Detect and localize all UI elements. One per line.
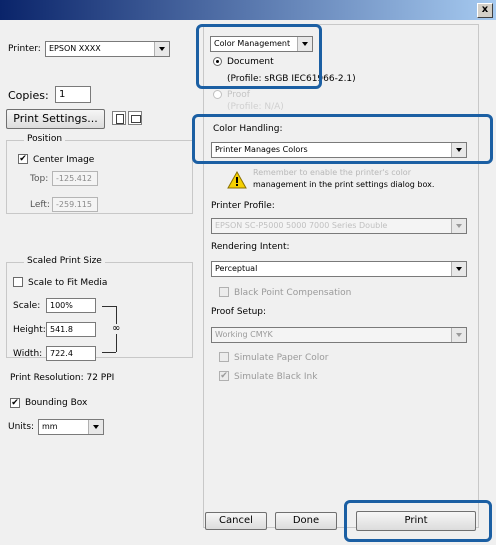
print-settings-button[interactable]: Print Settings...	[6, 109, 105, 129]
done-button[interactable]: Done	[275, 512, 337, 530]
units-value: mm	[42, 422, 58, 431]
proof-setup-select[interactable]: Working CMYK	[211, 327, 467, 343]
copies-value: 1	[59, 89, 66, 100]
proof-setup-label: Proof Setup:	[211, 307, 267, 317]
top-field[interactable]: -125.412	[52, 171, 98, 186]
chevron-down-icon	[451, 328, 466, 342]
printer-profile-value: EPSON SC-P5000 5000 7000 Series Double	[215, 221, 388, 230]
chain-link-icon[interactable]: ∞	[112, 324, 120, 334]
proof-setup-value: Working CMYK	[215, 330, 273, 339]
height-label: Height:	[13, 325, 46, 335]
highlight-color-handling	[192, 114, 493, 164]
bounding-box-checkbox[interactable]: ✔	[10, 398, 20, 408]
simulate-black-checkbox[interactable]: ✔	[219, 371, 229, 381]
rendering-intent-label: Rendering Intent:	[211, 242, 290, 252]
highlight-color-management	[196, 24, 322, 89]
black-point-checkbox[interactable]	[219, 287, 229, 297]
left-field[interactable]: -259.115	[52, 197, 98, 212]
height-field[interactable]: 541.8	[46, 322, 96, 337]
proof-radio[interactable]	[213, 90, 222, 99]
width-label: Width:	[13, 349, 43, 359]
printer-select[interactable]: EPSON XXXX	[45, 41, 170, 57]
width-value: 722.4	[50, 349, 73, 358]
printer-value: EPSON XXXX	[49, 44, 101, 53]
position-group-title: Position	[24, 134, 66, 144]
scale-to-fit-checkbox[interactable]	[13, 277, 23, 287]
landscape-icon[interactable]	[128, 111, 142, 125]
rendering-intent-value: Perceptual	[215, 264, 258, 273]
chevron-down-icon	[451, 219, 466, 233]
printer-label: Printer:	[8, 44, 41, 54]
print-resolution-text: Print Resolution: 72 PPI	[10, 373, 115, 383]
warning-icon	[227, 171, 247, 189]
copies-field[interactable]: 1	[55, 86, 91, 103]
printer-profile-label: Printer Profile:	[211, 201, 275, 211]
rendering-intent-select[interactable]: Perceptual	[211, 261, 467, 277]
height-value: 541.8	[50, 325, 73, 334]
cancel-button[interactable]: Cancel	[205, 512, 267, 530]
link-bracket-top	[102, 306, 116, 307]
warning-text-line2: management in the print settings dialog …	[253, 180, 435, 189]
black-point-label: Black Point Compensation	[234, 288, 352, 298]
center-image-checkbox[interactable]: ✔	[18, 154, 28, 164]
close-button[interactable]: x	[477, 3, 493, 18]
link-bracket-bottom	[102, 352, 116, 353]
width-field[interactable]: 722.4	[46, 346, 96, 361]
scale-to-fit-label: Scale to Fit Media	[28, 278, 108, 288]
bounding-box-label: Bounding Box	[25, 398, 88, 408]
simulate-paper-checkbox[interactable]	[219, 352, 229, 362]
chevron-down-icon	[451, 262, 466, 276]
proof-label: Proof	[227, 90, 250, 100]
left-value: -259.115	[56, 200, 92, 209]
units-label: Units:	[8, 422, 35, 432]
units-select[interactable]: mm	[38, 419, 104, 435]
simulate-black-label: Simulate Black Ink	[234, 372, 318, 382]
warning-text-line1: Remember to enable the printer's color	[253, 168, 411, 177]
highlight-print-button	[344, 500, 492, 542]
title-bar: x	[0, 0, 496, 20]
scaled-print-size-title: Scaled Print Size	[24, 256, 105, 266]
center-image-label: Center Image	[33, 155, 95, 165]
top-label: Top:	[30, 174, 49, 184]
simulate-paper-label: Simulate Paper Color	[234, 353, 329, 363]
scale-field[interactable]: 100%	[46, 298, 96, 313]
left-label: Left:	[30, 200, 50, 210]
printer-profile-select[interactable]: EPSON SC-P5000 5000 7000 Series Double	[211, 218, 467, 234]
copies-label: Copies:	[8, 89, 49, 102]
scale-label: Scale:	[13, 301, 41, 311]
top-value: -125.412	[56, 174, 92, 183]
proof-profile-text: (Profile: N/A)	[227, 102, 284, 112]
scale-value: 100%	[50, 301, 73, 310]
print-dialog: x Printer: EPSON XXXX Copies: 1 Print Se…	[0, 0, 496, 545]
chevron-down-icon	[88, 420, 103, 434]
portrait-icon[interactable]	[112, 111, 126, 125]
chevron-down-icon	[154, 42, 169, 56]
